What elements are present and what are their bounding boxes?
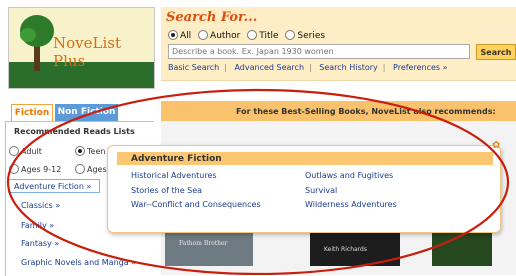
logo-title: NoveList Plus (53, 34, 121, 70)
popup-link-war-conflict[interactable]: War--Conflict and Consequences (131, 200, 261, 209)
list-item-fantasy[interactable]: Fantasy » (21, 239, 59, 248)
radio-title-label: Title (259, 31, 279, 41)
search-button[interactable]: Search (476, 44, 516, 60)
list-item-adventure-fiction[interactable]: Adventure Fiction » (8, 179, 100, 193)
list-item-family[interactable]: Family » (21, 221, 54, 230)
list-item-graphic-novels[interactable]: Graphic Novels and Manga » (21, 258, 136, 267)
best-sellers-text: For these Best-Selling Books, NoveList a… (236, 107, 496, 116)
audience-adult-label: Adult (21, 147, 42, 156)
link-divider: | (309, 63, 312, 72)
popup-link-historical-adventures[interactable]: Historical Adventures (131, 171, 217, 180)
link-divider: | (382, 63, 386, 72)
radio-ages[interactable] (75, 164, 85, 174)
radio-series[interactable] (285, 30, 296, 40)
audience-ages-9-12-label: Ages 9-12 (21, 165, 62, 174)
preferences-link[interactable]: Preferences » (393, 63, 448, 72)
book-cover[interactable]: Keith Richards (310, 232, 400, 266)
search-history-link[interactable]: Search History (319, 63, 378, 72)
list-item-classics[interactable]: Classics » (21, 201, 60, 210)
audience-ages-label: Ages (87, 165, 107, 174)
basic-search-link[interactable]: Basic Search (168, 63, 219, 72)
search-type-radios: All Author Title Series (168, 30, 329, 41)
tree-icon (20, 15, 54, 71)
audience-teen-label: Teen (87, 147, 106, 156)
search-input[interactable] (168, 44, 470, 59)
advanced-search-link[interactable]: Advanced Search (234, 63, 304, 72)
radio-adult[interactable] (9, 146, 19, 156)
book-cover-text: Fathom Brother (179, 240, 228, 247)
recommended-title: Recommended Reads Lists (14, 127, 135, 136)
book-cover-text: Keith Richards (324, 246, 367, 253)
radio-ages-9-12[interactable] (9, 164, 19, 174)
popup-link-survival[interactable]: Survival (305, 186, 337, 195)
tab-nonfiction[interactable]: Non Fiction (55, 104, 118, 121)
search-links: Basic Search | Advanced Search | Search Hi… (168, 63, 448, 72)
close-icon[interactable]: ✿ (492, 140, 500, 151)
popup-title: Adventure Fiction (131, 154, 222, 164)
radio-all-label: All (180, 31, 192, 41)
radio-author-label: Author (210, 31, 241, 41)
audience-ages[interactable]: Ages (75, 164, 107, 174)
radio-author[interactable] (198, 30, 209, 40)
radio-series-label: Series (297, 31, 326, 41)
book-cover[interactable]: Fathom Brother (165, 232, 253, 266)
link-divider: | (224, 63, 227, 72)
radio-all[interactable] (168, 30, 178, 40)
radio-title[interactable] (247, 30, 258, 40)
audience-teen[interactable]: Teen (75, 146, 105, 156)
popup-link-outlaws-fugitives[interactable]: Outlaws and Fugitives (305, 171, 393, 180)
book-cover[interactable] (432, 232, 492, 266)
tab-fiction[interactable]: Fiction (11, 104, 53, 121)
radio-teen[interactable] (75, 146, 85, 156)
audience-ages-9-12[interactable]: Ages 9-12 (9, 164, 61, 174)
popup-link-wilderness-adventures[interactable]: Wilderness Adventures (305, 200, 397, 209)
audience-adult[interactable]: Adult (9, 146, 42, 156)
popup-link-stories-of-the-sea[interactable]: Stories of the Sea (131, 186, 202, 195)
search-title: Search For... (166, 10, 258, 25)
novelist-logo[interactable]: NoveList Plus (8, 7, 155, 89)
